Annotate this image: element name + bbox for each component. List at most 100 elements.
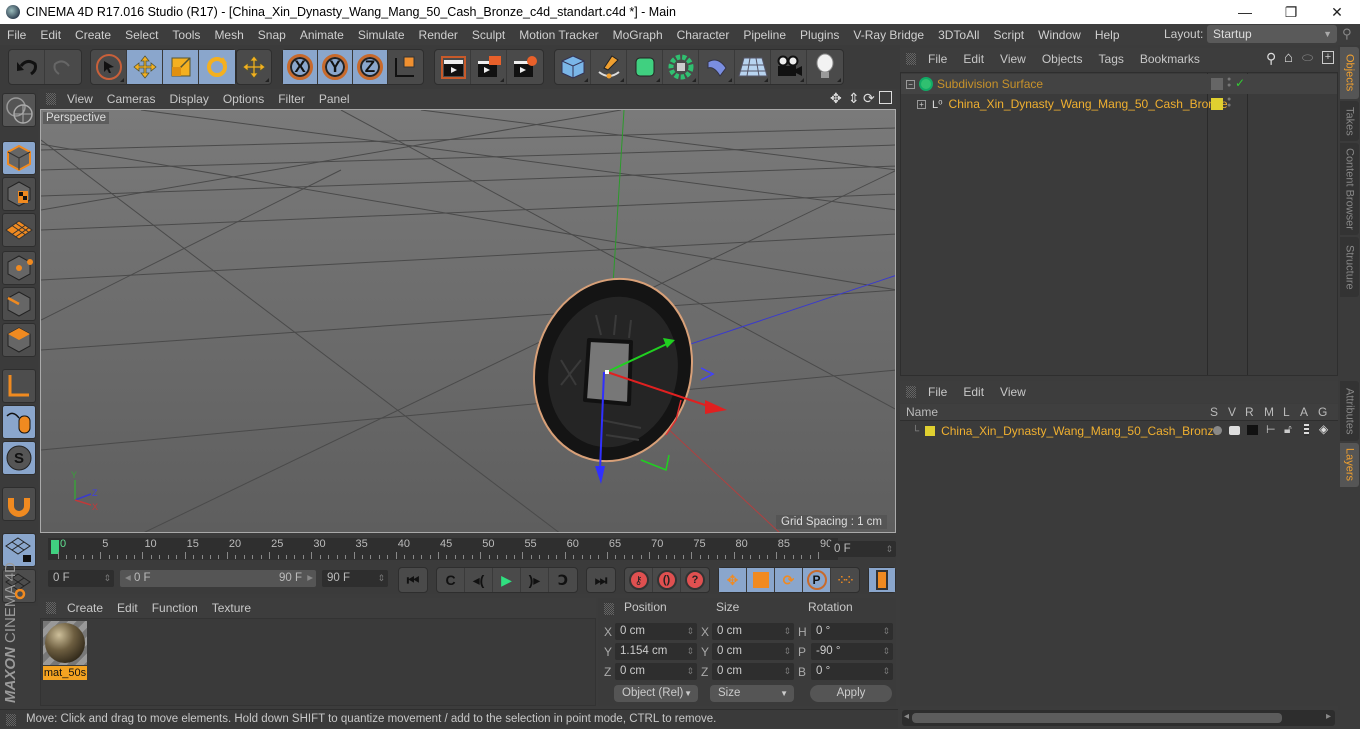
close-button[interactable]: ✕ — [1314, 0, 1360, 24]
visibility-dots-icon[interactable]: ● ● — [1227, 76, 1231, 89]
keyframe-selection-button[interactable]: ? — [681, 568, 709, 592]
column-locked[interactable]: L — [1283, 405, 1290, 419]
grip-icon[interactable] — [906, 53, 916, 65]
snap-button[interactable]: S — [2, 441, 36, 475]
coordinate-mode-dropdown[interactable]: Object (Rel) ▼ — [614, 685, 698, 702]
key-rotation-button[interactable]: ⟳ — [775, 568, 803, 592]
magnet-button[interactable] — [2, 487, 36, 521]
column-view[interactable]: V — [1228, 405, 1236, 419]
object-row-coin[interactable]: + L⁰ China_Xin_Dynasty_Wang_Mang_50_Cash… — [901, 94, 1337, 114]
editor-render-toggle-icon[interactable] — [1211, 78, 1223, 90]
timeline-window-button[interactable] — [869, 568, 895, 592]
layer-row[interactable]: └ China_Xin_Dynasty_Wang_Mang_50_Cash_Br… — [900, 421, 1336, 441]
go-to-end-button[interactable]: ⏭ — [587, 568, 615, 592]
tab-attributes[interactable]: Attributes — [1340, 381, 1359, 441]
z-axis-lock-button[interactable]: Z — [353, 50, 388, 84]
maximize-view-icon[interactable] — [879, 91, 892, 104]
objects-menu-edit[interactable]: Edit — [955, 52, 992, 66]
object-row-subdivision-surface[interactable]: − Subdivision Surface ● ● ✓ — [901, 74, 1337, 94]
viewport-menu-panel[interactable]: Panel — [312, 92, 357, 106]
viewport-menu-options[interactable]: Options — [216, 92, 271, 106]
objects-menu-file[interactable]: File — [920, 52, 955, 66]
key-position-button[interactable]: ✥ — [719, 568, 747, 592]
size-y-field[interactable]: 0 cm ⇕ — [712, 643, 794, 660]
enabled-checkmark-icon[interactable]: ✓ — [1235, 76, 1245, 90]
column-generators[interactable]: G — [1318, 405, 1327, 419]
material-menu-texture[interactable]: Texture — [205, 601, 258, 615]
y-axis-lock-button[interactable]: Y — [318, 50, 353, 84]
menu-file[interactable]: File — [0, 28, 33, 42]
live-selection-button[interactable] — [91, 50, 127, 84]
menu-tools[interactable]: Tools — [165, 28, 207, 42]
tab-layers[interactable]: Layers — [1340, 443, 1359, 487]
rotation-b-field[interactable]: 0 ° ⇕ — [811, 663, 893, 680]
key-point-level-button[interactable]: ⁘⁘ — [831, 568, 859, 592]
eye-toggle-icon[interactable]: ⬭ — [1302, 50, 1313, 66]
previous-key-button[interactable]: C — [437, 568, 465, 592]
tweak-mode-button[interactable] — [2, 405, 36, 439]
next-key-button[interactable]: Ↄ — [549, 568, 577, 592]
menu-help[interactable]: Help — [1088, 28, 1127, 42]
material-thumbnail[interactable] — [43, 621, 87, 665]
tab-objects[interactable]: Objects — [1340, 47, 1359, 99]
3d-viewport[interactable]: Perspective Y Z X Grid Spacing : 1 cm — [40, 109, 896, 533]
viewport-menu-filter[interactable]: Filter — [271, 92, 312, 106]
render-settings-button[interactable] — [507, 50, 543, 84]
end-frame-field[interactable]: 90 F ⇕ — [322, 570, 388, 587]
viewport-menu-display[interactable]: Display — [162, 92, 215, 106]
search-icon[interactable]: ⚲ — [1342, 26, 1352, 42]
polygons-mode-button[interactable] — [2, 323, 36, 357]
play-button[interactable]: ▶ — [493, 568, 521, 592]
light-button[interactable] — [807, 50, 843, 84]
axis-mode-button[interactable] — [2, 369, 36, 403]
rotation-h-field[interactable]: 0 ° ⇕ — [811, 623, 893, 640]
column-manager[interactable]: M — [1264, 405, 1274, 419]
next-frame-button[interactable]: )▸ — [521, 568, 549, 592]
menu-snap[interactable]: Snap — [251, 28, 293, 42]
autokey-button[interactable]: () — [653, 568, 681, 592]
menu-simulate[interactable]: Simulate — [351, 28, 412, 42]
layer-color-icon[interactable] — [1211, 98, 1223, 110]
layers-menu-view[interactable]: View — [992, 385, 1034, 399]
render-to-picture-viewer-button[interactable] — [471, 50, 507, 84]
menu-animate[interactable]: Animate — [293, 28, 351, 42]
start-frame-field[interactable]: 0 F ⇕ — [48, 570, 114, 587]
animation-icon[interactable] — [1304, 424, 1309, 436]
search-icon[interactable]: ⚲ — [1266, 50, 1276, 67]
edges-mode-button[interactable] — [2, 287, 36, 321]
render-view-button[interactable] — [435, 50, 471, 84]
menu-pipeline[interactable]: Pipeline — [736, 28, 793, 42]
layers-horizontal-scrollbar[interactable]: ◂ ▸ — [902, 710, 1335, 726]
size-z-field[interactable]: 0 cm ⇕ — [712, 663, 794, 680]
grip-icon[interactable] — [46, 602, 56, 614]
dolly-view-icon[interactable]: ⇕ — [848, 90, 860, 107]
layers-menu-edit[interactable]: Edit — [955, 385, 992, 399]
camera-button[interactable] — [771, 50, 807, 84]
lock-icon[interactable]: 🔓︎ — [1284, 422, 1292, 437]
menu-script[interactable]: Script — [986, 28, 1031, 42]
bend-deformer-button[interactable] — [699, 50, 735, 84]
make-editable-button[interactable] — [2, 93, 36, 127]
pan-view-icon[interactable]: ✥ — [830, 90, 842, 107]
position-y-field[interactable]: 1.154 cm ⇕ — [615, 643, 697, 660]
timeline-ruler[interactable]: 0 5 10 15 20 25 30 35 40 45 50 55 60 65 70 75 80 85 90 — [48, 538, 838, 560]
position-x-field[interactable]: 0 cm ⇕ — [615, 623, 697, 640]
object-name[interactable]: China_Xin_Dynasty_Wang_Mang_50_Cash_Bron… — [949, 97, 1228, 111]
add-cube-button[interactable] — [555, 50, 591, 84]
visibility-dots-icon[interactable]: ● ● — [1227, 96, 1231, 109]
column-solo[interactable]: S — [1210, 405, 1218, 419]
menu-render[interactable]: Render — [412, 28, 465, 42]
new-window-icon[interactable]: + — [1322, 51, 1334, 64]
key-parameter-button[interactable]: P — [803, 568, 831, 592]
tab-takes[interactable]: Takes — [1340, 101, 1359, 141]
objects-menu-objects[interactable]: Objects — [1034, 52, 1091, 66]
move-tool-button[interactable] — [127, 50, 163, 84]
coordinate-system-button[interactable] — [388, 50, 423, 84]
material-menu-edit[interactable]: Edit — [110, 601, 145, 615]
cloner-button[interactable] — [663, 50, 699, 84]
points-mode-button[interactable] — [2, 251, 36, 285]
size-x-field[interactable]: 0 cm ⇕ — [712, 623, 794, 640]
column-render[interactable]: R — [1245, 405, 1254, 419]
menu-sculpt[interactable]: Sculpt — [465, 28, 512, 42]
object-name[interactable]: Subdivision Surface — [937, 77, 1043, 91]
